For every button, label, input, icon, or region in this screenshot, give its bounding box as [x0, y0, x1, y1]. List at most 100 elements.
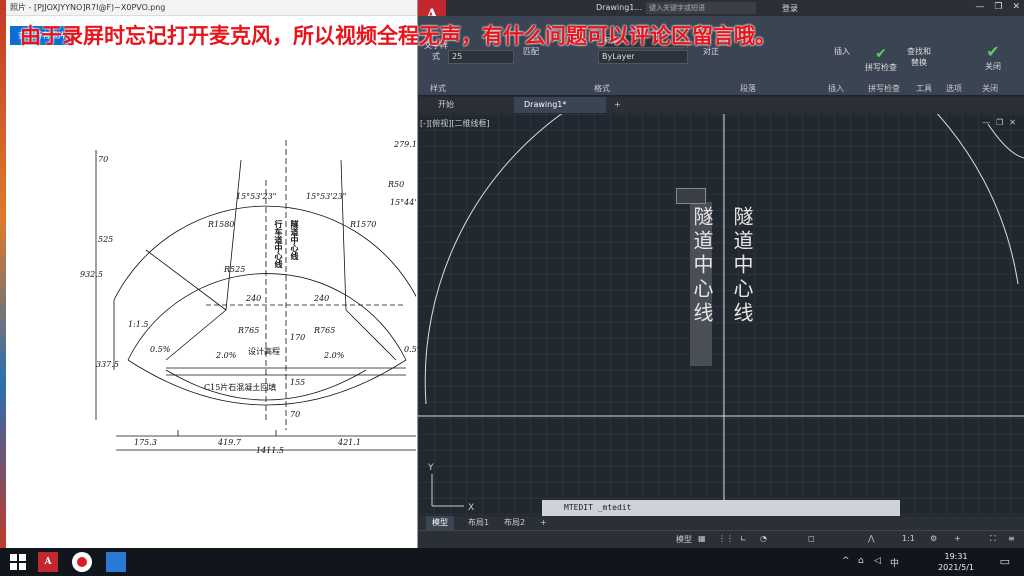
- dim-r525: R525: [224, 265, 246, 274]
- group-paragraph: 段落: [740, 84, 756, 93]
- close-editor-label: 关闭: [985, 62, 1001, 71]
- dim-337: 337.5: [96, 360, 119, 369]
- color-dropdown[interactable]: ByLayer: [598, 50, 688, 64]
- windows-taskbar: A ^ ⌂ ◁ 中 19:31 2021/5/1 ▭: [0, 548, 1024, 576]
- photos-app-icon[interactable]: [106, 552, 126, 572]
- mtext-displayed-text[interactable]: 隧道中心线: [728, 206, 757, 326]
- tab-model[interactable]: 模型: [426, 516, 454, 530]
- viewer-titlebar[interactable]: 照片 - [PJJOXJYYNO]R7I@F)~X0PVO.png: [6, 0, 417, 16]
- clock-time: 19:31: [944, 552, 968, 561]
- canvas-geometry: Y X: [418, 114, 1024, 516]
- restore-icon[interactable]: ❐: [994, 2, 1002, 12]
- record-app-icon[interactable]: [72, 552, 92, 572]
- design-elevation-label: 设计高程: [248, 347, 280, 356]
- tab-drawing1[interactable]: Drawing1*: [514, 97, 606, 113]
- close-editor-button[interactable]: ✔ 关闭: [978, 42, 1008, 72]
- group-close: 关闭: [982, 84, 998, 93]
- group-style: 样式: [430, 84, 446, 93]
- tunnel-cross-section-drawing: 15°53'23" 15°53'23" 279.1 R1580 R1570 R5…: [16, 120, 424, 460]
- command-text: MTEDIT _mtedit: [564, 503, 632, 512]
- volume-icon[interactable]: ◁: [874, 556, 881, 566]
- tray-chevron-icon[interactable]: ^: [842, 556, 850, 566]
- dim-70-bottom: 70: [290, 410, 301, 419]
- notification-icon[interactable]: ▭: [1000, 555, 1010, 568]
- mtext-ruler[interactable]: [676, 188, 706, 204]
- login-button[interactable]: 登录: [782, 3, 798, 14]
- viewer-title: 照片 - [PJJOXJYYNO]R7I@F)~X0PVO.png: [10, 3, 166, 12]
- window-controls: — ❐ ✕: [975, 2, 1020, 12]
- dim-155: 155: [290, 378, 306, 387]
- snap-toggle-icon[interactable]: ⋮⋮: [718, 534, 734, 543]
- autocad-taskbar-icon[interactable]: A: [38, 552, 58, 572]
- backfill-label: C15片石混凝土回填: [204, 383, 277, 392]
- find-replace-label: 查找和替换: [907, 47, 931, 67]
- dim-240-left: 240: [246, 294, 262, 303]
- tunnel-centerline-label: 隧道中心线: [290, 220, 300, 260]
- dim-240-right: 240: [314, 294, 330, 303]
- dim-r1570: R1570: [350, 220, 377, 229]
- dim-r765-left: R765: [238, 326, 260, 335]
- ime-icon[interactable]: 中: [890, 556, 899, 569]
- close-editor-icon: ✔: [986, 42, 1000, 61]
- clock-date: 2021/5/1: [938, 563, 974, 572]
- spell-check-button[interactable]: ✔ 拼写检查: [864, 46, 898, 73]
- dim-slope-ratio: 1:1.5: [128, 320, 149, 329]
- dim-angle-left: 15°53'23": [236, 192, 277, 201]
- dim-angle-right: 15°53'23": [306, 192, 347, 201]
- document-title: Drawing1...: [596, 3, 642, 12]
- photo-viewer-window: 照片 - [PJJOXJYYNO]R7I@F)~X0PVO.png 查看所有照片: [6, 0, 424, 548]
- spell-check-icon: ✔: [875, 46, 887, 62]
- mtext-editing-text[interactable]: 隧道中心线: [688, 206, 717, 326]
- dim-170: 170: [290, 333, 306, 342]
- file-tabs: 开始 Drawing1* +: [418, 97, 1024, 113]
- tab-start[interactable]: 开始: [428, 97, 464, 113]
- new-tab-button[interactable]: +: [604, 97, 631, 113]
- grid-toggle-icon[interactable]: ▦: [698, 534, 706, 543]
- text-height-dropdown[interactable]: 25: [448, 50, 514, 64]
- dim-279: 279.1: [394, 140, 417, 149]
- tab-layout1[interactable]: 布局1: [462, 516, 495, 530]
- add-layout-button[interactable]: +: [534, 516, 553, 530]
- annotation-icon[interactable]: ⋀: [868, 534, 875, 543]
- status-bar: 模型 ▦ ⋮⋮ ∟ ◔ ◻ ⋀ 1:1 ⚙ + ⛶ ≡: [418, 530, 1024, 548]
- tunnel-drawing-lines: [95, 140, 419, 451]
- polar-toggle-icon[interactable]: ◔: [760, 534, 767, 543]
- insert-label: 插入: [834, 47, 850, 56]
- group-format: 格式: [594, 84, 610, 93]
- customize-menu-icon[interactable]: ≡: [1008, 534, 1015, 543]
- dim-932: 932.5: [80, 270, 103, 279]
- windows-start-icon[interactable]: [8, 552, 28, 572]
- dim-angle-small: 15°44': [390, 198, 417, 207]
- group-spell: 拼写检查: [868, 84, 900, 93]
- group-insert: 插入: [828, 84, 844, 93]
- ortho-toggle-icon[interactable]: ∟: [740, 534, 747, 543]
- osnap-toggle-icon[interactable]: ◻: [808, 534, 815, 543]
- group-tools: 工具: [916, 84, 932, 93]
- insert-button[interactable]: 插入: [830, 46, 854, 57]
- command-line[interactable]: MTEDIT _mtedit: [542, 500, 900, 516]
- network-icon[interactable]: ⌂: [858, 556, 864, 566]
- add-icon[interactable]: +: [954, 534, 961, 543]
- find-replace-button[interactable]: 查找和替换: [904, 46, 934, 68]
- close-icon[interactable]: ✕: [1012, 2, 1020, 12]
- group-options: 选项: [946, 84, 962, 93]
- search-input[interactable]: 键入关键字或短语: [646, 2, 756, 14]
- layout-tabs: 模型 布局1 布局2 +: [418, 516, 1024, 530]
- dim-r50: R50: [388, 180, 405, 189]
- model-space-button[interactable]: 模型: [676, 534, 692, 545]
- tab-layout2[interactable]: 布局2: [498, 516, 531, 530]
- taskbar-clock[interactable]: 19:31 2021/5/1: [938, 551, 974, 573]
- fullscreen-icon[interactable]: ⛶: [990, 534, 996, 544]
- dim-r1580: R1580: [208, 220, 235, 229]
- dim-525: 525: [98, 235, 114, 244]
- autocad-window: A Drawing1... 键入关键字或短语 登录 — ❐ ✕ 文字样式 25 …: [418, 0, 1024, 548]
- dim-421: 421.1: [338, 438, 361, 447]
- workspace-gear-icon[interactable]: ⚙: [930, 534, 937, 543]
- acad-titlebar[interactable]: A Drawing1... 键入关键字或短语 登录 — ❐ ✕: [418, 0, 1024, 30]
- drawing-canvas[interactable]: [-][俯视][二维线框] — ❐ ✕ Y X 隧道中心线 隧道中心线: [418, 114, 1024, 516]
- dim-slope-left: 0.5%: [150, 345, 171, 354]
- dim-r765-right: R765: [314, 326, 336, 335]
- minimize-icon[interactable]: —: [975, 2, 984, 12]
- svg-text:Y: Y: [427, 463, 434, 473]
- annotation-scale[interactable]: 1:1: [902, 534, 915, 543]
